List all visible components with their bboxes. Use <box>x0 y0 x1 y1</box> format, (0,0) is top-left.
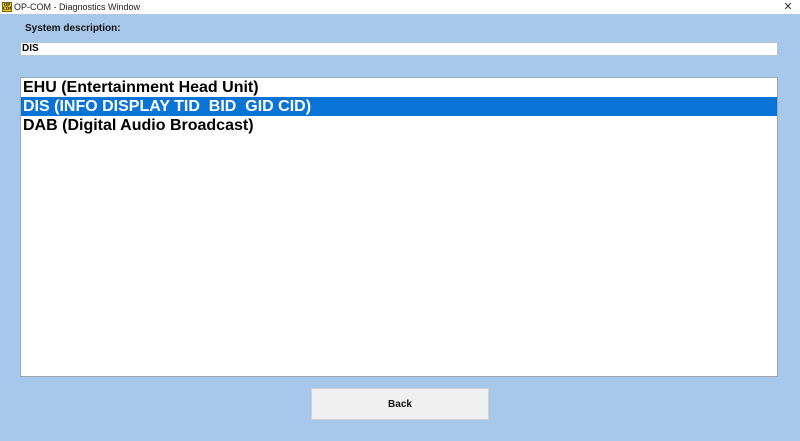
window-title: OP-COM - Diagnostics Window <box>14 2 141 12</box>
list-item-dis[interactable]: DIS (INFO DISPLAY TID BID GID CID) <box>21 97 777 116</box>
system-description-label: System description: <box>25 23 121 34</box>
close-button[interactable]: ✕ <box>776 0 800 14</box>
diagnostics-window: OP COM OP-COM - Diagnostics Window ✕ Sys… <box>0 0 800 441</box>
op-com-app-icon: OP COM <box>2 2 12 12</box>
list-item-dab[interactable]: DAB (Digital Audio Broadcast) <box>21 116 777 135</box>
systems-listbox[interactable]: EHU (Entertainment Head Unit) DIS (INFO … <box>20 77 778 377</box>
back-button[interactable]: Back <box>311 388 489 420</box>
close-icon: ✕ <box>783 1 793 13</box>
list-item-ehu[interactable]: EHU (Entertainment Head Unit) <box>21 78 777 97</box>
title-bar: OP COM OP-COM - Diagnostics Window ✕ <box>0 0 800 14</box>
system-description-field[interactable]: DIS <box>20 42 778 56</box>
